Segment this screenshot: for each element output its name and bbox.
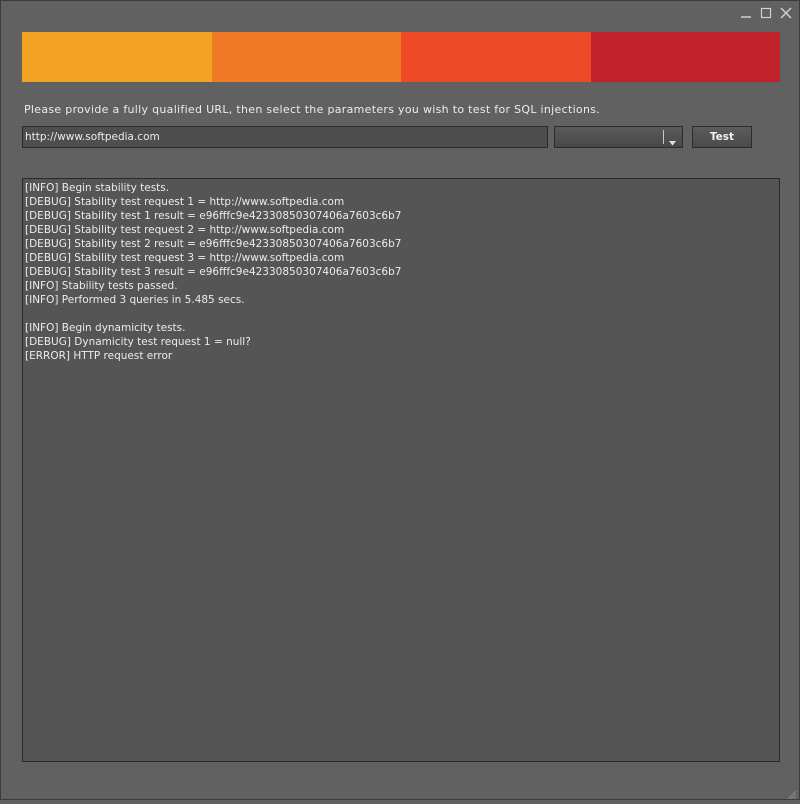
log-line: [INFO] Begin dynamicity tests.: [25, 322, 186, 334]
banner-segment-3: [401, 32, 591, 82]
banner-segment-2: [211, 32, 401, 82]
log-output[interactable]: [INFO] Begin stability tests. [DEBUG] St…: [22, 178, 780, 762]
url-input[interactable]: [22, 126, 548, 148]
maximize-icon[interactable]: [759, 6, 773, 20]
minimize-icon[interactable]: [739, 6, 753, 20]
log-line: [DEBUG] Stability test 3 result = e96fff…: [25, 266, 402, 278]
log-line: [DEBUG] Stability test request 1 = http:…: [25, 196, 345, 208]
log-line: [ERROR] HTTP request error: [25, 350, 173, 362]
banner-segment-1: [22, 32, 212, 82]
chevron-down-icon[interactable]: [668, 132, 677, 151]
log-line: [25, 307, 779, 321]
log-line: [INFO] Performed 3 queries in 5.485 secs…: [25, 294, 245, 306]
banner-segment-4: [590, 32, 780, 82]
log-line: [DEBUG] Stability test request 2 = http:…: [25, 224, 345, 236]
log-line: [INFO] Begin stability tests.: [25, 182, 170, 194]
resize-grip-icon[interactable]: [785, 785, 797, 800]
log-lines: [INFO] Begin stability tests. [DEBUG] St…: [23, 179, 779, 363]
log-line: [DEBUG] Dynamicity test request 1 = null…: [25, 336, 251, 348]
test-button[interactable]: Test: [692, 126, 752, 148]
log-line: [DEBUG] Stability test request 3 = http:…: [25, 252, 345, 264]
log-line: [INFO] Stability tests passed.: [25, 280, 178, 292]
window-controls: [739, 5, 793, 21]
log-line: [DEBUG] Stability test 2 result = e96fff…: [25, 238, 402, 250]
parameter-select[interactable]: [554, 126, 683, 148]
color-banner: [22, 32, 780, 82]
log-line: [DEBUG] Stability test 1 result = e96fff…: [25, 210, 402, 222]
select-divider: [663, 130, 664, 144]
close-icon[interactable]: [779, 6, 793, 20]
instruction-text: Please provide a fully qualified URL, th…: [24, 103, 601, 116]
app-window: Please provide a fully qualified URL, th…: [0, 0, 800, 800]
